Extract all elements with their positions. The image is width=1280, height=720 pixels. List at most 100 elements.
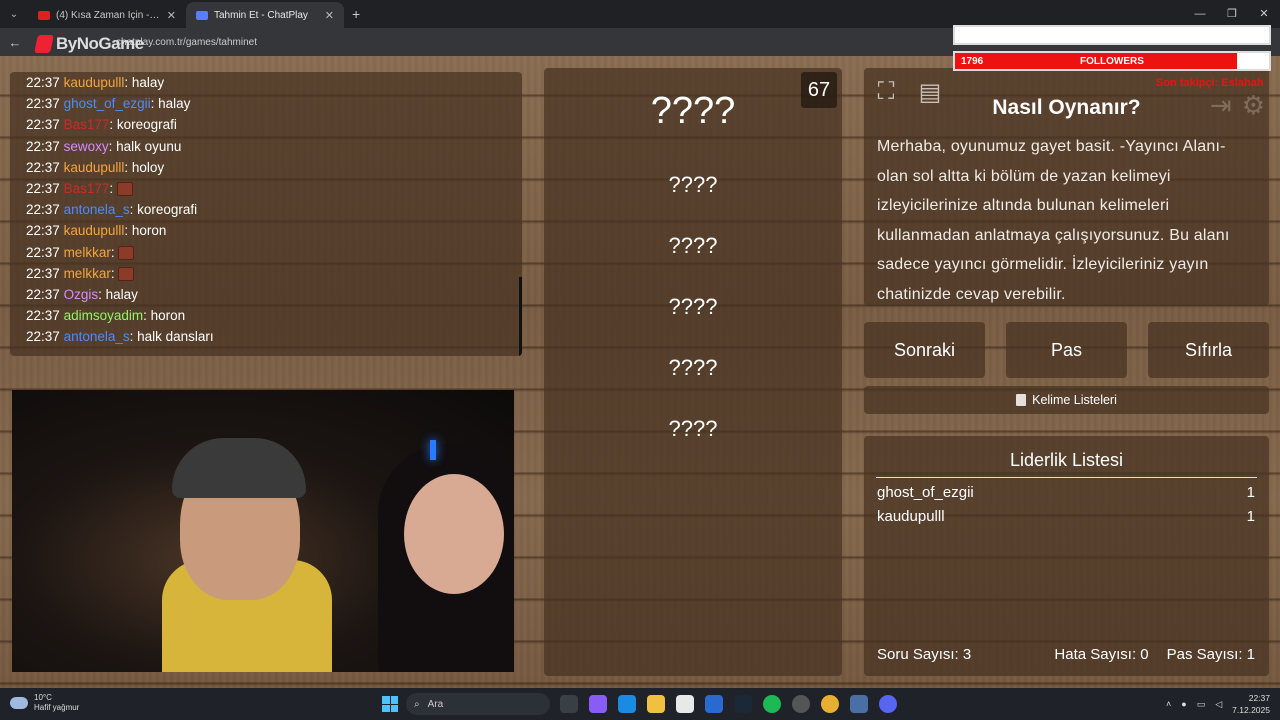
emote-icon: [116, 182, 133, 197]
tab-chatplay[interactable]: Tahmin Et - ChatPlay ✕: [186, 2, 344, 28]
chat-message: 22:37 Ozgis: halay: [26, 284, 522, 305]
tab-title: Tahmin Et - ChatPlay: [214, 9, 308, 21]
chat-message: 22:37 antonela_s: koreografi: [26, 199, 522, 220]
followers-goal-bar: 1796 FOLLOWERS 2000: [953, 51, 1271, 71]
chat-time: 22:37: [26, 181, 60, 197]
tab-youtube[interactable]: (4) Kısa Zaman İçin - AYDEED | ✕: [28, 2, 186, 28]
chat-username[interactable]: melkkar: [64, 266, 111, 281]
forbidden-word: ????: [668, 233, 718, 258]
how-to-play-title: Nasıl Oynanır?: [992, 96, 1141, 119]
discord-icon[interactable]: [879, 695, 897, 713]
chat-username[interactable]: sewoxy: [64, 139, 109, 154]
tab-search-icon[interactable]: ⌄: [0, 0, 28, 28]
chat-username[interactable]: antonela_s: [64, 329, 130, 344]
chat-username[interactable]: kaudupulll: [64, 223, 125, 238]
maximize-button[interactable]: ❐: [1216, 0, 1248, 28]
question-count: Soru Sayısı: 3: [877, 646, 972, 663]
reset-button[interactable]: Sıfırla: [1148, 322, 1269, 378]
chat-scrollbar[interactable]: [519, 277, 522, 356]
chat-username[interactable]: Bas177: [64, 117, 110, 132]
pass-button[interactable]: Pas: [1006, 322, 1127, 378]
address-bar[interactable]: chatplay.com.tr/games/tahminet: [36, 31, 936, 53]
app-icon[interactable]: [792, 695, 810, 713]
kicks-target: 3000: [1240, 29, 1263, 41]
mail-icon[interactable]: [705, 695, 723, 713]
close-window-button[interactable]: ✕: [1248, 0, 1280, 28]
chat-username[interactable]: antonela_s: [64, 202, 130, 217]
leaderboard-row: ghost_of_ezgii 1: [877, 484, 1255, 501]
neon-light: [430, 440, 436, 460]
copilot-icon[interactable]: [589, 695, 607, 713]
words-panel: 67 ???? ???? ???? ???? ???? ????: [544, 68, 842, 676]
chat-time: 22:37: [26, 329, 60, 345]
leaderboard-panel: Liderlik Listesi ghost_of_ezgii 1 kaudup…: [864, 436, 1269, 676]
chat-username[interactable]: Ozgis: [64, 287, 99, 302]
task-view-icon[interactable]: [560, 695, 578, 713]
microphone-icon[interactable]: ●: [1181, 699, 1186, 709]
chrome-icon[interactable]: [821, 695, 839, 713]
taskbar-search[interactable]: ⌕ Ara: [406, 693, 550, 715]
file-explorer-icon[interactable]: [647, 695, 665, 713]
tab-title: (4) Kısa Zaman İçin - AYDEED |: [56, 9, 161, 21]
chat-list: 22:37 kaudupulll: halay 22:37 ghost_of_ez…: [26, 72, 522, 348]
error-count: Hata Sayısı: 0: [1054, 646, 1149, 663]
leaderboard-title: Liderlik Listesi: [876, 450, 1257, 478]
chat-username[interactable]: adimsoyadim: [64, 308, 144, 323]
clock-date: 7.12.2025: [1232, 705, 1270, 715]
edge-icon[interactable]: [618, 695, 636, 713]
steam-icon[interactable]: [734, 695, 752, 713]
spotify-icon[interactable]: [763, 695, 781, 713]
chat-username[interactable]: ghost_of_ezgii: [64, 96, 151, 111]
chat-username[interactable]: Bas177: [64, 181, 110, 196]
chat-text: : halay: [150, 96, 191, 112]
chat-message: 22:37 kaudupulll: halay: [26, 72, 522, 93]
taskbar: 10°C Hafif yağmur ⌕ Ara ˄ ● ▭ ◁ 22:37 7.…: [0, 688, 1280, 720]
system-tray: ˄ ● ▭ ◁ 22:37 7.12.2025: [1166, 692, 1270, 716]
forbidden-word: ????: [668, 416, 718, 441]
webcam-person-face: [404, 474, 504, 594]
player-name: kaudupulll: [877, 508, 945, 525]
chat-username[interactable]: melkkar: [64, 245, 111, 260]
emote-icon: [118, 246, 135, 261]
chat-time: 22:37: [26, 287, 60, 303]
display-icon[interactable]: ▭: [1197, 699, 1206, 710]
chat-username[interactable]: kaudupulll: [64, 160, 125, 175]
next-button[interactable]: Sonraki: [864, 322, 985, 378]
webcam-feed: [12, 390, 514, 672]
game-page: 22:37 kaudupulll: halay 22:37 ghost_of_ez…: [0, 56, 1280, 688]
word-lists-button[interactable]: Kelime Listeleri: [864, 386, 1269, 414]
clock[interactable]: 22:37 7.12.2025: [1232, 692, 1270, 716]
youtube-icon: [38, 10, 50, 20]
player-name: ghost_of_ezgii: [877, 484, 974, 501]
chat-username[interactable]: kaudupulll: [64, 75, 125, 90]
weather-widget[interactable]: 10°C Hafif yağmur: [10, 693, 79, 713]
chat-time: 22:37: [26, 244, 60, 260]
minimize-button[interactable]: —: [1184, 0, 1216, 28]
window-controls: — ❐ ✕: [1184, 0, 1280, 28]
speaker-icon[interactable]: ◁: [1215, 699, 1222, 710]
chat-time: 22:37: [26, 159, 60, 175]
app-icon[interactable]: [850, 695, 868, 713]
chevron-up-icon[interactable]: ˄: [1166, 699, 1171, 709]
close-icon[interactable]: ✕: [325, 9, 334, 22]
chat-text: : koreografi: [129, 202, 198, 218]
store-icon[interactable]: [676, 695, 694, 713]
document-icon: [1016, 394, 1027, 406]
webcam-person-cap: [172, 438, 306, 498]
chat-message: 22:37 sewoxy: halk oyunu: [26, 136, 522, 157]
word-lists-label: Kelime Listeleri: [1032, 393, 1117, 407]
back-button[interactable]: ←: [0, 35, 30, 50]
chat-message: 22:37 ghost_of_ezgii: halay: [26, 93, 522, 114]
chat-time: 22:37: [26, 117, 60, 133]
chat-text: : koreografi: [109, 117, 177, 133]
logo-icon: [34, 35, 54, 53]
windows-start-icon[interactable]: [382, 696, 398, 712]
weather-temp: 10°C: [34, 693, 52, 702]
close-icon[interactable]: ✕: [167, 9, 176, 22]
player-score: 1: [1246, 484, 1255, 501]
main-word: ????: [650, 90, 736, 132]
how-to-play-body: Merhaba, oyunumuz gayet basit. -Yayıncı …: [877, 138, 1230, 303]
logo-text: ByNoGame: [56, 34, 144, 53]
weather-desc: Hafif yağmur: [34, 703, 80, 712]
new-tab-button[interactable]: +: [352, 6, 360, 22]
